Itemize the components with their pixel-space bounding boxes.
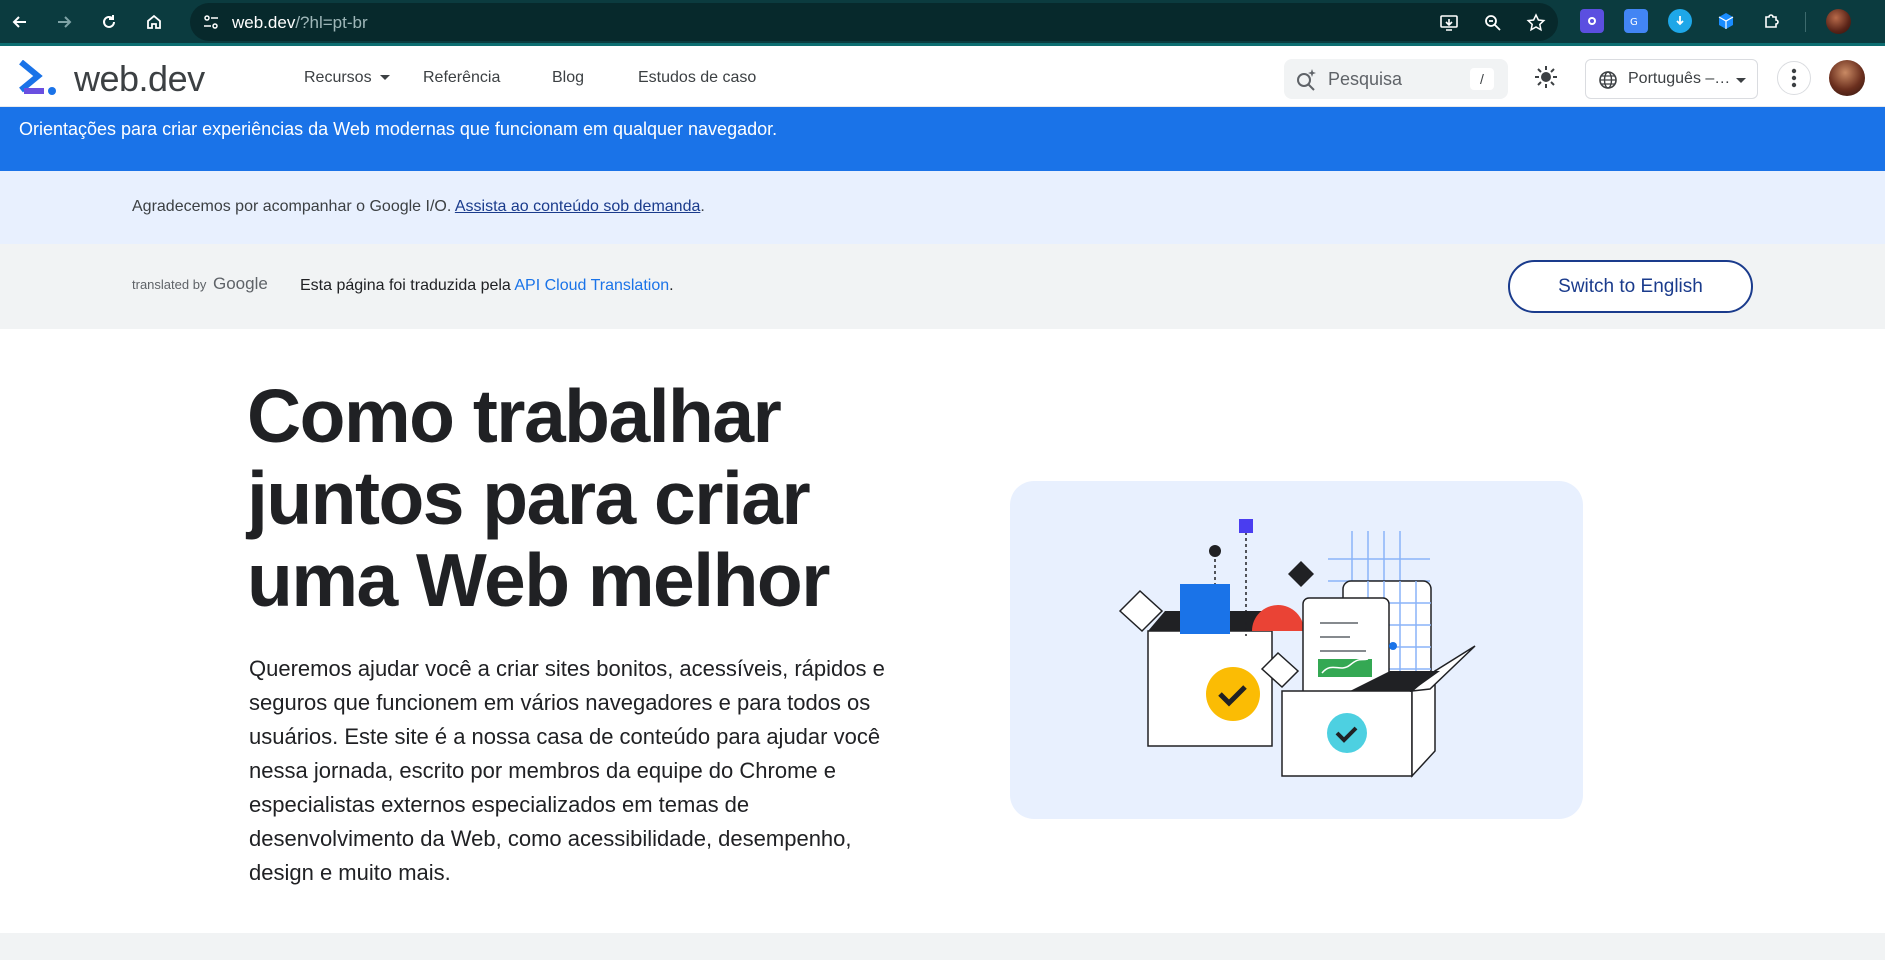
hero-title-line: juntos para criar <box>247 456 811 540</box>
switch-to-english-button[interactable]: Switch to English <box>1508 260 1753 313</box>
home-icon[interactable] <box>138 6 170 38</box>
chevron-down-icon <box>379 75 390 81</box>
address-bar[interactable]: web.dev/?hl=pt-br <box>190 3 1558 41</box>
search-placeholder: Pesquisa <box>1328 69 1403 89</box>
site-info-icon[interactable] <box>198 9 224 35</box>
announcement-suffix: . <box>700 198 705 215</box>
back-icon[interactable] <box>4 6 36 38</box>
webdev-logo-icon[interactable] <box>18 60 58 96</box>
translation-suffix: . <box>669 277 674 294</box>
search-shortcut-key: / <box>1470 68 1494 90</box>
zoom-icon[interactable] <box>1479 9 1507 37</box>
cloud-translation-api-link[interactable]: API Cloud Translation <box>514 277 669 294</box>
extension-icon[interactable] <box>1580 9 1604 33</box>
translation-bar: translated by Google Esta página foi tra… <box>0 244 1885 329</box>
nav-recursos[interactable]: Recursos <box>304 69 390 87</box>
forward-icon[interactable] <box>48 6 80 38</box>
install-app-icon[interactable] <box>1435 9 1463 37</box>
io-announcement: Agradecemos por acompanhar o Google I/O.… <box>0 171 1885 244</box>
next-section-edge <box>0 933 1885 960</box>
nav-blog[interactable]: Blog <box>552 69 584 87</box>
nav-recursos-label: Recursos <box>304 69 372 86</box>
language-label: Português –… <box>1628 70 1731 87</box>
profile-avatar[interactable] <box>1826 9 1851 34</box>
nav-referencia[interactable]: Referência <box>423 69 500 87</box>
announcement-text: Agradecemos por acompanhar o Google I/O.… <box>132 198 705 216</box>
logo-text[interactable]: web.dev <box>74 58 205 100</box>
theme-toggle-icon[interactable] <box>1530 61 1562 93</box>
bookmark-star-icon[interactable] <box>1522 9 1550 37</box>
nav-estudos-de-caso[interactable]: Estudos de caso <box>638 69 756 87</box>
boxes-illustration <box>1118 519 1476 778</box>
hero-illustration <box>1010 481 1583 819</box>
globe-icon <box>1599 71 1617 89</box>
site-header: web.dev Recursos Referência Blog Estudos… <box>0 46 1885 107</box>
announcement-message: Agradecemos por acompanhar o Google I/O. <box>132 198 452 215</box>
account-avatar[interactable] <box>1829 60 1865 96</box>
hero-title: Como trabalhar juntos para criar uma Web… <box>247 375 867 621</box>
google-translate-icon[interactable]: G <box>1624 9 1648 33</box>
url-text: web.dev/?hl=pt-br <box>232 13 368 33</box>
toolbar-divider <box>1805 12 1806 32</box>
language-selector[interactable]: Português –… <box>1585 59 1758 99</box>
download-extension-icon[interactable] <box>1668 9 1692 33</box>
url-path: /?hl=pt-br <box>295 13 368 32</box>
on-demand-link[interactable]: Assista ao conteúdo sob demanda <box>455 198 701 215</box>
svg-text:G: G <box>1630 17 1638 28</box>
tagline-text: Orientações para criar experiências da W… <box>19 119 778 139</box>
cube-extension-icon[interactable] <box>1714 9 1738 33</box>
search-icon <box>1297 69 1316 91</box>
google-wordmark: Google <box>213 274 268 293</box>
translation-message-text: Esta página foi traduzida pela <box>300 277 511 294</box>
hero-description: Queremos ajudar você a criar sites bonit… <box>249 656 885 885</box>
puzzle-extensions-icon[interactable] <box>1760 9 1784 33</box>
browser-toolbar: web.dev/?hl=pt-br G <box>0 0 1885 43</box>
translated-by-label: translated by <box>132 277 207 292</box>
search-input[interactable]: Pesquisa / <box>1284 59 1508 99</box>
chrome-menu-icon[interactable] <box>1862 8 1876 36</box>
more-vert-icon[interactable] <box>1777 61 1811 95</box>
chevron-down-icon <box>1736 78 1746 83</box>
reload-icon[interactable] <box>93 6 125 38</box>
tagline-banner: Orientações para criar experiências da W… <box>0 107 1885 171</box>
hero-title-line: Como trabalhar <box>247 374 782 458</box>
translation-message: Esta página foi traduzida pela API Cloud… <box>300 277 674 295</box>
url-host: web.dev <box>232 13 296 32</box>
hero-title-line: uma Web melhor <box>247 538 830 622</box>
